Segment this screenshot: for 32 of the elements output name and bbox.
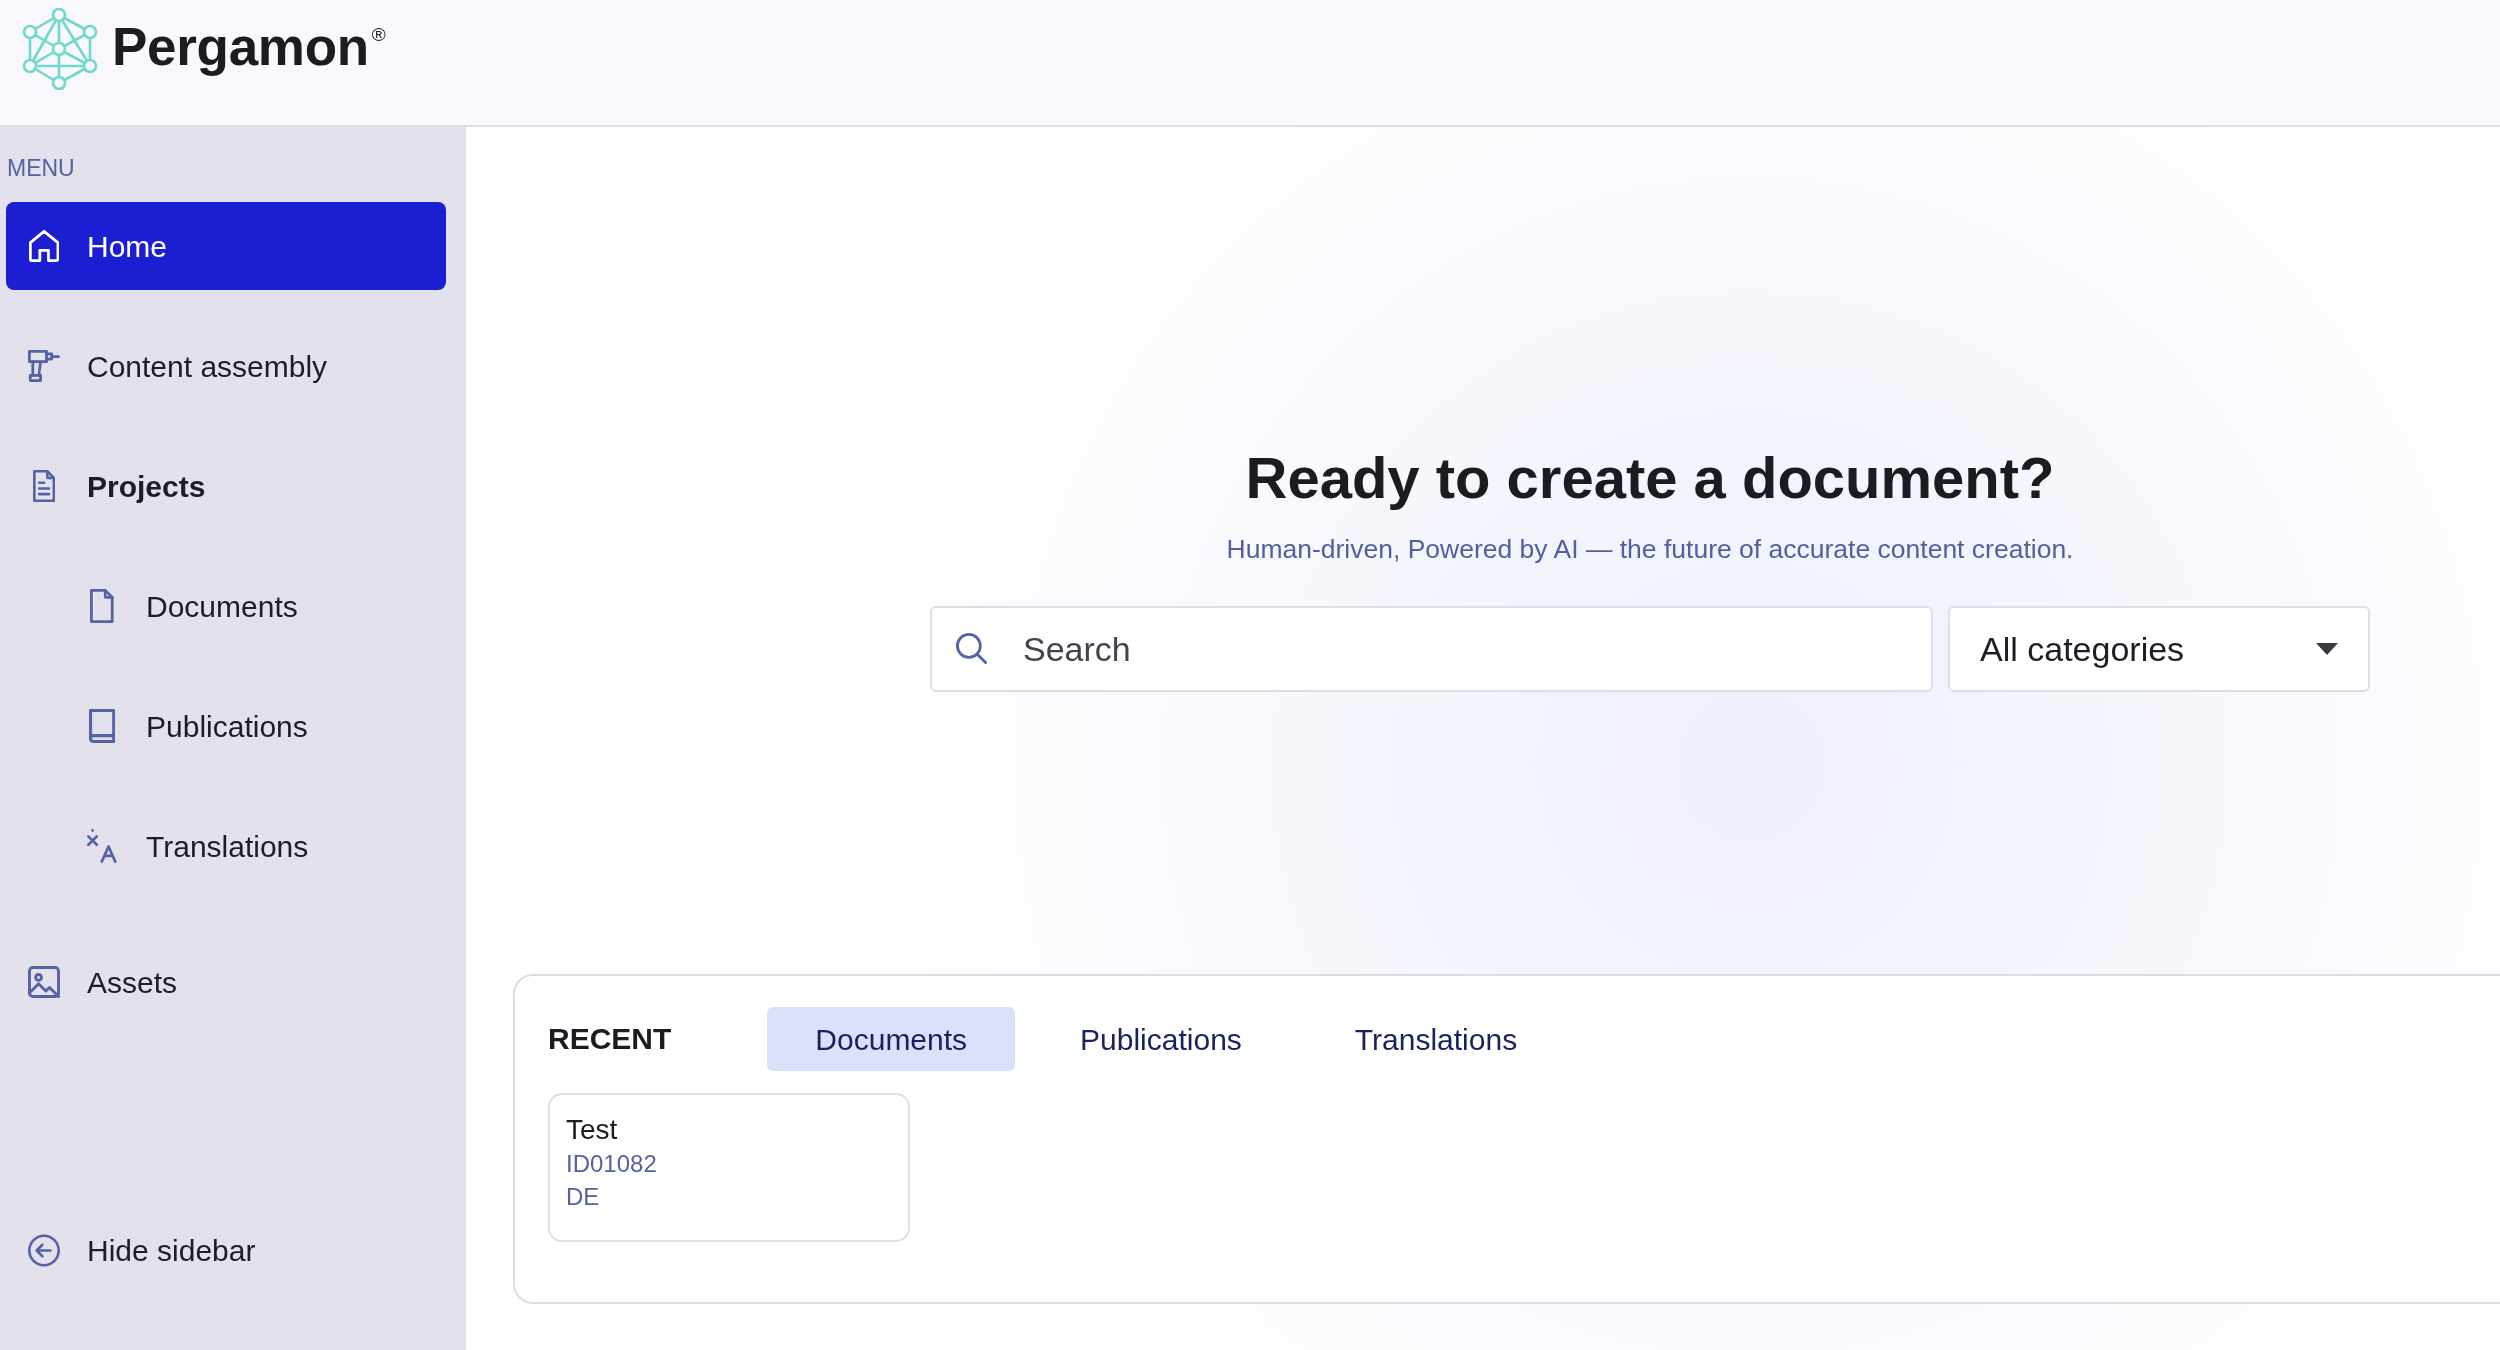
home-icon [28,230,60,262]
category-dropdown[interactable]: All categories [1948,606,2370,692]
image-icon [28,966,60,998]
section-title: RECENT [548,1021,672,1057]
sidebar-menu-item[interactable]: Documents [6,562,446,650]
sidebar-menu-item[interactable]: Assets [6,938,446,1026]
file-icon [90,589,114,623]
network-logo-icon [22,8,98,90]
document-id: ID01082 [566,1149,657,1179]
hide-sidebar-button[interactable]: Hide sidebar [6,1206,446,1294]
drill-icon [28,350,60,382]
page-heading: Ready to create a document? [1245,444,2055,512]
search-field[interactable]: Search [930,606,1933,692]
document-title: Test [566,1113,618,1147]
caret-down-icon [2316,643,2338,655]
recent-tab[interactable]: Publications [1032,1007,1290,1071]
book-icon [88,709,116,743]
left-arrow-circle-icon [28,1233,60,1267]
recent-tab[interactable]: Translations [1306,1007,1566,1071]
sidebar-menu-item[interactable]: Content assembly [6,322,446,410]
sidebar-menu-item[interactable]: Publications [6,682,446,770]
document-icon [32,470,56,502]
translate-icon [87,829,117,863]
sidebar-menu-item[interactable]: Translations [6,802,446,890]
page-subtitle: Human-driven, Powered by AI — the future of accurate content creation. [1226,533,2074,566]
recent-tab[interactable]: Documents [767,1007,1016,1071]
sidebar-menu-item[interactable]: Projects [6,442,446,530]
document-language: DE [566,1182,600,1212]
search-icon [956,633,987,664]
recent-document-card[interactable]: Test ID01082 DE [548,1093,910,1242]
sidebar-menu-item[interactable]: Home [6,202,446,290]
menu-label: MENU [7,157,75,180]
